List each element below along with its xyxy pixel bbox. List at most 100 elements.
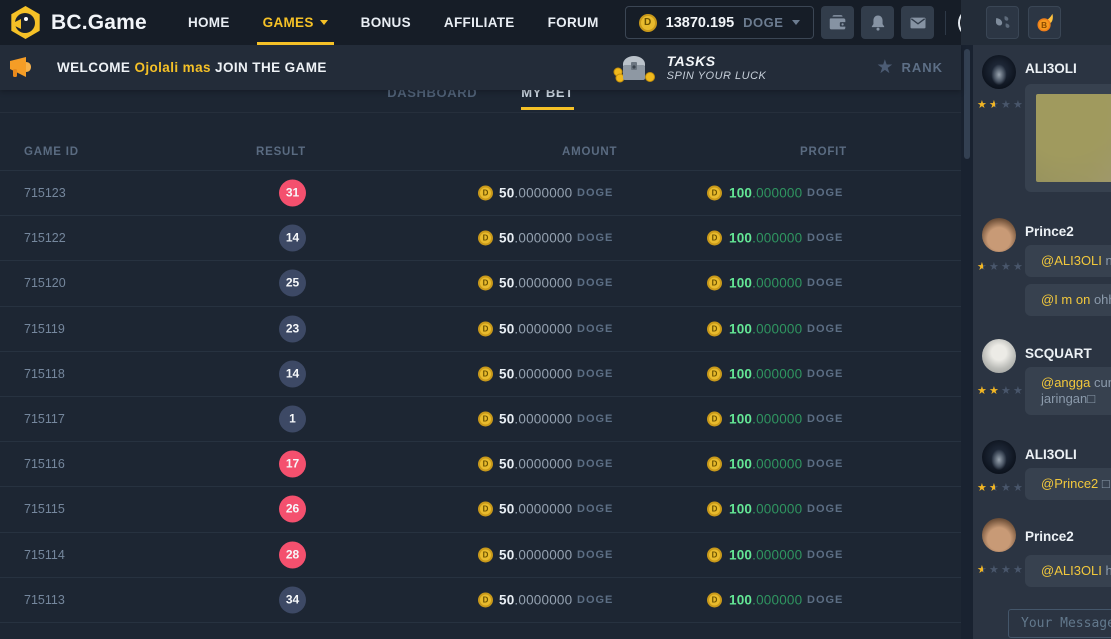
doge-coin-icon: D <box>478 276 493 291</box>
chat-username: ALI3OLI <box>1025 61 1077 76</box>
profit-currency: DOGE <box>807 277 843 289</box>
coin-drop-button[interactable]: B <box>1028 6 1061 39</box>
table-row[interactable]: 715113 34 D 50.0000000 DOGE D 100.000000… <box>0 578 961 623</box>
chat-message-bubble <box>1025 84 1111 192</box>
star-icon <box>977 563 989 576</box>
top-navbar: BC.Game HOME GAMES BONUS AFFILIATE FORUM… <box>0 0 1111 45</box>
amount-currency: DOGE <box>577 549 613 561</box>
amount-currency: DOGE <box>577 187 613 199</box>
col-result: RESULT <box>256 146 306 158</box>
chat-message-bubble: @Prince2 □ <box>1025 468 1111 500</box>
col-game-id: GAME ID <box>24 146 79 158</box>
doge-coin-icon: D <box>478 502 493 517</box>
doge-coin-icon: D <box>707 592 722 607</box>
game-id-cell: 715118 <box>24 367 65 381</box>
mention[interactable]: @Prince2 <box>1041 476 1098 491</box>
welcome-banner: WELCOME Ojolali mas JOIN THE GAME TASKS … <box>0 45 961 90</box>
table-row[interactable]: 715115 26 D 50.0000000 DOGE D 100.000000… <box>0 487 961 532</box>
table-row[interactable]: 715123 31 D 50.0000000 DOGE D 100.000000… <box>0 171 961 216</box>
my-bet-table: GAME ID RESULT AMOUNT PROFIT 715123 31 D… <box>0 113 961 639</box>
divider <box>945 11 946 35</box>
table-row[interactable]: 715122 14 D 50.0000000 DOGE D 100.000000… <box>0 216 961 261</box>
notifications-button[interactable] <box>861 6 894 39</box>
result-badge: 14 <box>279 360 306 387</box>
table-row[interactable]: 715118 14 D 50.0000000 DOGE D 100.000000… <box>0 352 961 397</box>
avatar[interactable] <box>982 339 1016 373</box>
messages-button[interactable] <box>901 6 934 39</box>
mention[interactable]: @angga <box>1041 375 1090 390</box>
doge-coin-icon: D <box>707 457 722 472</box>
doge-coin-icon: D <box>707 502 722 517</box>
chat-scrollbar[interactable] <box>961 45 973 639</box>
nav-item-affiliate[interactable]: AFFILIATE <box>444 0 515 45</box>
profit-value: 100.000000 <box>729 592 802 607</box>
chat-username: ALI3OLI <box>1025 447 1077 462</box>
chat-message-input[interactable] <box>1008 609 1111 638</box>
game-id-cell: 715113 <box>24 593 65 607</box>
game-id-cell: 715120 <box>24 276 66 290</box>
star-icon <box>1013 563 1025 576</box>
amount-value: 50.0000000 <box>499 547 572 562</box>
result-badge: 14 <box>279 225 306 252</box>
chat-image[interactable] <box>1036 94 1111 182</box>
star-icon <box>1013 260 1025 273</box>
chat-message-bubble: @ALI3OLI ni <box>1025 245 1111 277</box>
balance-amount: 13870.195 <box>666 15 735 31</box>
profit-value: 100.000000 <box>729 547 802 562</box>
logo-text: BC.Game <box>51 11 147 35</box>
rain-drops-icon <box>993 13 1013 33</box>
table-row[interactable]: 715116 17 D 50.0000000 DOGE D 100.000000… <box>0 442 961 487</box>
scrollbar-thumb[interactable] <box>964 49 970 159</box>
mention[interactable]: @I m on <box>1041 292 1090 307</box>
nav-item-bonus[interactable]: BONUS <box>361 0 411 45</box>
chat-message-bubble: @angga cunjaringan□ <box>1025 367 1111 415</box>
logo[interactable]: BC.Game <box>9 6 147 39</box>
mention[interactable]: @ALI3OLI <box>1041 563 1102 578</box>
star-icon <box>1001 563 1013 576</box>
profit-value: 100.000000 <box>729 231 802 246</box>
wallet-button[interactable] <box>821 6 854 39</box>
game-id-cell: 715117 <box>24 412 65 426</box>
profit-currency: DOGE <box>807 232 843 244</box>
chat-message-bubble: @ALI3OLI he <box>1025 555 1111 587</box>
amount-value: 50.0000000 <box>499 276 572 291</box>
nav-item-home[interactable]: HOME <box>188 0 230 45</box>
table-row[interactable]: 715119 23 D 50.0000000 DOGE D 100.000000… <box>0 307 961 352</box>
amount-currency: DOGE <box>577 503 613 515</box>
table-row[interactable]: 715114 28 D 50.0000000 DOGE D 100.000000… <box>0 533 961 578</box>
avatar[interactable] <box>982 218 1016 252</box>
doge-coin-icon: D <box>707 186 722 201</box>
doge-coin-icon: D <box>478 321 493 336</box>
rain-button[interactable] <box>986 6 1019 39</box>
profit-value: 100.000000 <box>729 186 802 201</box>
mail-icon <box>908 13 928 33</box>
col-profit: PROFIT <box>800 146 847 158</box>
tasks-widget[interactable]: TASKS SPIN YOUR LUCK <box>611 50 767 86</box>
profit-value: 100.000000 <box>729 276 802 291</box>
balance-selector[interactable]: D 13870.195 DOGE <box>625 6 815 39</box>
star-icon <box>977 481 989 494</box>
table-row[interactable]: 715117 1 D 50.0000000 DOGE D 100.000000 … <box>0 397 961 442</box>
col-amount: AMOUNT <box>562 146 617 158</box>
table-row[interactable]: 715120 25 D 50.0000000 DOGE D 100.000000… <box>0 261 961 306</box>
mention[interactable]: @ALI3OLI <box>1041 253 1102 268</box>
avatar[interactable] <box>982 518 1016 552</box>
star-icon <box>1013 384 1025 397</box>
bcgame-logo-icon <box>9 6 42 39</box>
doge-coin-icon: D <box>707 366 722 381</box>
rank-widget[interactable]: ★ RANK <box>876 58 943 77</box>
amount-currency: DOGE <box>577 458 613 470</box>
result-badge: 26 <box>279 496 306 523</box>
nav-item-forum[interactable]: FORUM <box>548 0 599 45</box>
avatar[interactable] <box>982 55 1016 89</box>
chat-username: SCQUART <box>1025 346 1092 361</box>
treasure-chest-icon <box>611 50 657 86</box>
avatar[interactable] <box>982 440 1016 474</box>
doge-coin-icon: D <box>478 412 493 427</box>
game-id-cell: 715119 <box>24 322 65 336</box>
star-icon <box>1001 384 1013 397</box>
profit-currency: DOGE <box>807 187 843 199</box>
nav-item-games[interactable]: GAMES <box>263 0 328 45</box>
result-badge: 17 <box>279 451 306 478</box>
doge-coin-icon: D <box>478 457 493 472</box>
